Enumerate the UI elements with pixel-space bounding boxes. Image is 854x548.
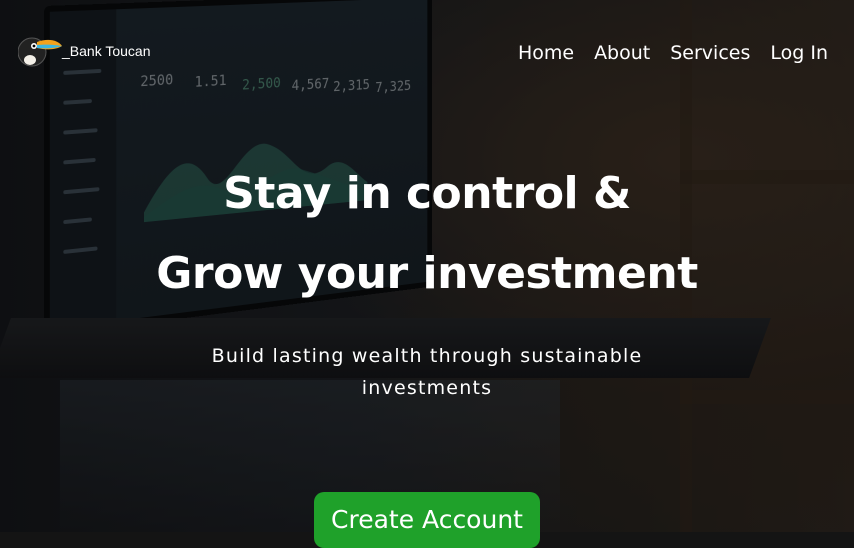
- create-account-button[interactable]: Create Account: [314, 492, 540, 548]
- nav-links: Home About Services Log In: [518, 42, 828, 64]
- nav-link-services[interactable]: Services: [670, 42, 750, 64]
- nav-link-home[interactable]: Home: [518, 42, 574, 64]
- nav-link-login[interactable]: Log In: [770, 42, 828, 64]
- nav-link-about[interactable]: About: [594, 42, 650, 64]
- top-navbar: _Bank Toucan Home About Services Log In: [0, 0, 854, 100]
- hero-headline-line1: Stay in control &: [223, 168, 631, 219]
- hero-subheadline: Build lasting wealth through sustainable…: [211, 345, 643, 399]
- hero-headline-line2: Grow your investment: [156, 248, 698, 299]
- brand-name: _Bank Toucan: [62, 43, 151, 59]
- brand[interactable]: _Bank Toucan: [17, 34, 151, 74]
- toucan-logo-icon: [17, 34, 64, 74]
